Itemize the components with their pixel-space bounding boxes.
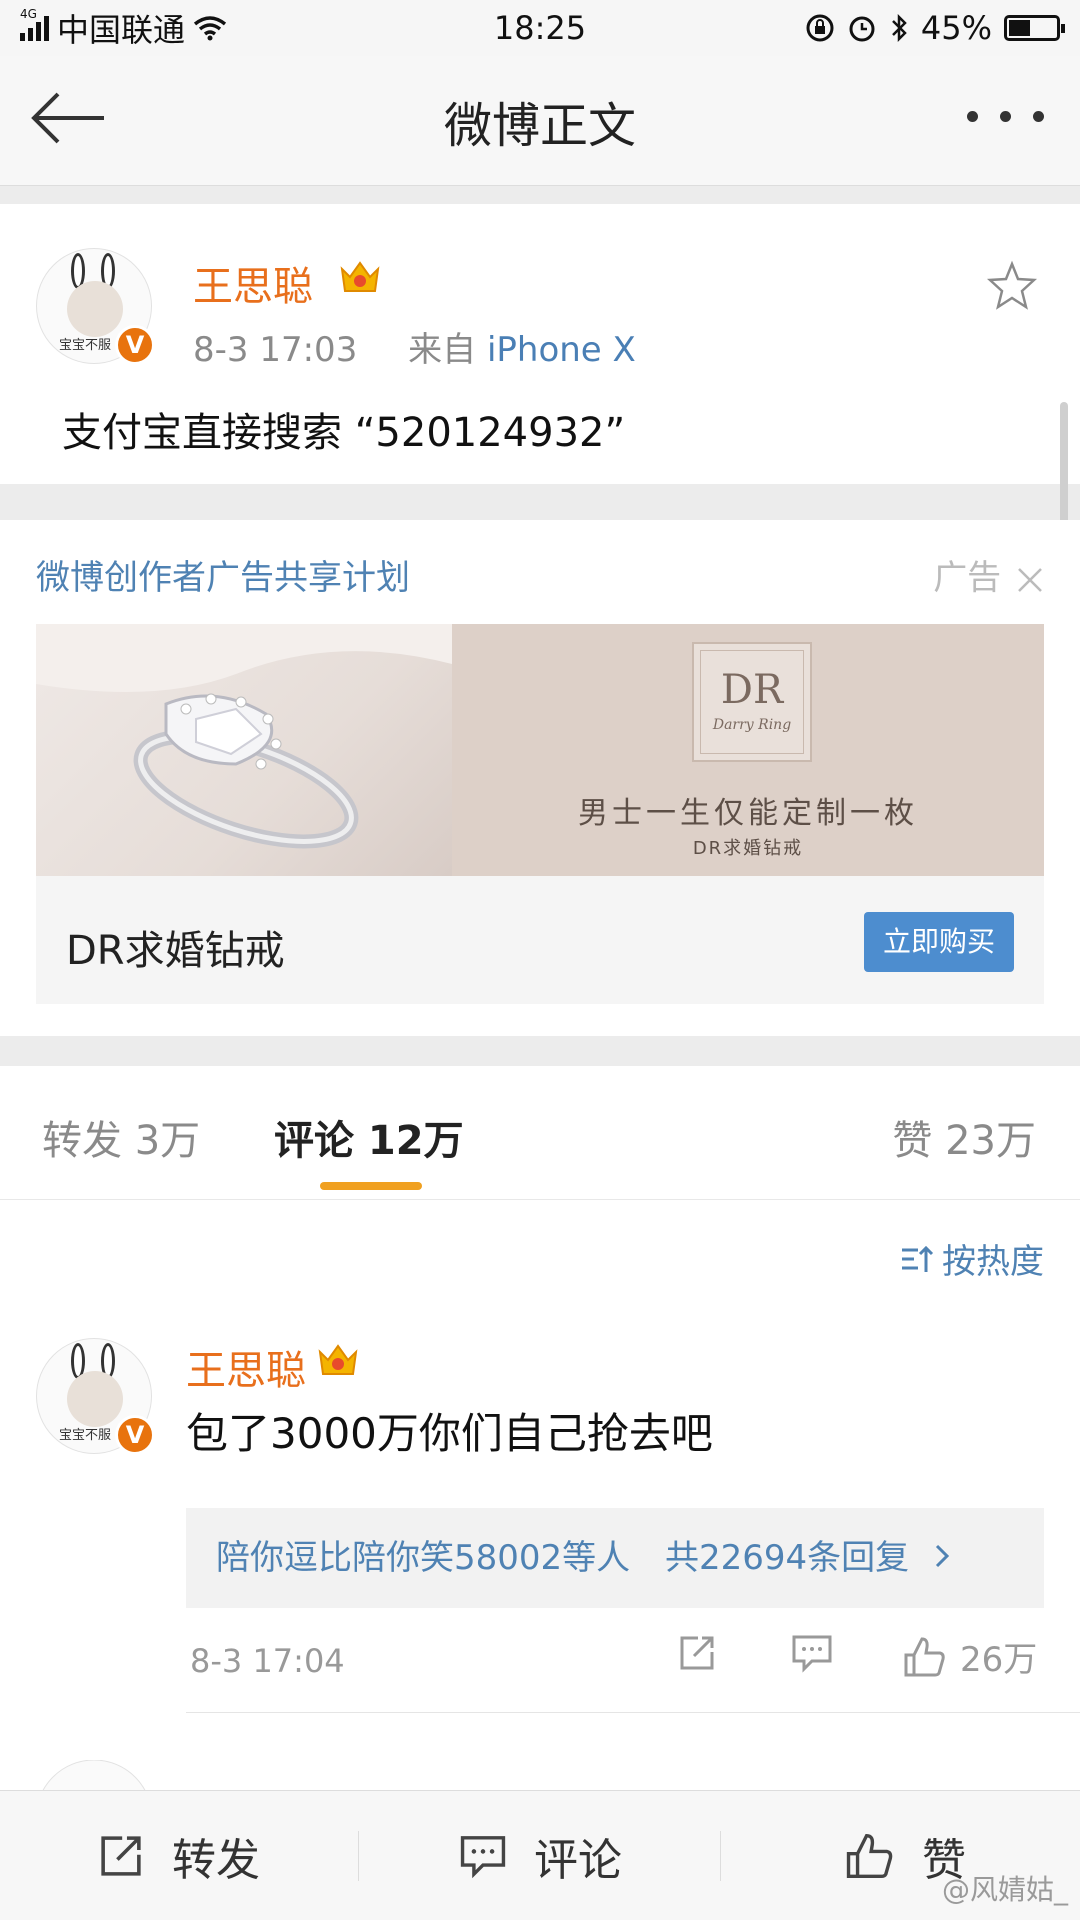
comment-list: 按热度 宝宝不服 V 王思聪 包了3000万你们自己抢去吧 陪你逗比陪你笑580… <box>0 1200 1080 1790</box>
divider <box>186 1712 1080 1713</box>
crown-icon <box>318 1344 358 1375</box>
comment-icon[interactable] <box>790 1632 834 1674</box>
back-arrow-icon[interactable] <box>28 88 108 148</box>
wifi-icon <box>193 16 227 41</box>
post-card: 宝宝不服 V 王思聪 8-3 17:03 来自 iPhone X 支付宝直接搜索… <box>0 204 1080 598</box>
reply-count: 共22694条回复 <box>664 1538 910 1578</box>
more-options-icon[interactable] <box>967 111 1044 122</box>
post-source[interactable]: iPhone X <box>487 330 636 370</box>
repost-label: 转发 <box>172 1835 260 1886</box>
post-tabs: 转发 3万 评论 12万 赞 23万 <box>0 1066 1080 1200</box>
clock: 18:25 <box>493 9 587 47</box>
buy-now-button[interactable]: 立即购买 <box>864 912 1014 972</box>
brand-logo-mark: DR <box>720 667 784 713</box>
divider <box>358 1831 359 1881</box>
bottom-action-bar: 转发 评论 赞 @风婧姑_ <box>0 1790 1080 1920</box>
close-icon[interactable] <box>1016 566 1044 594</box>
comment-like[interactable]: 26万 <box>902 1632 1037 1681</box>
avatar-caption: 宝宝不服 <box>59 1428 112 1443</box>
sort-icon <box>902 1245 934 1272</box>
thumbs-up-icon <box>904 1636 945 1676</box>
repost-button[interactable]: 转发 <box>96 1791 260 1920</box>
ad-banner[interactable]: DR Darry Ring 男士一生仅能定制一枚 DR求婚钻戒 <box>36 624 1044 876</box>
battery-icon <box>1004 15 1065 41</box>
reply-preview-users: 陪你逗比陪你笑58002等人 <box>216 1538 631 1578</box>
ad-product-name: DR求婚钻戒 <box>66 928 285 974</box>
chevron-right-icon <box>935 1544 950 1568</box>
sort-button[interactable]: 按热度 <box>900 1234 1044 1283</box>
ad-card: 微博创作者广告共享计划 广告 DR Darry Ring 男士一生仅能定制一枚 … <box>0 520 1080 1036</box>
post-username[interactable]: 王思聪 <box>193 254 313 312</box>
ad-program-title[interactable]: 微博创作者广告共享计划 <box>36 550 410 599</box>
repost-icon <box>101 1836 141 1876</box>
comment-like-count: 26万 <box>960 1640 1038 1680</box>
ad-slogan: 男士一生仅能定制一枚 <box>578 796 918 831</box>
bluetooth-icon <box>891 13 907 43</box>
reply-preview[interactable]: 陪你逗比陪你笑58002等人 共22694条回复 <box>186 1508 1044 1608</box>
sort-label: 按热度 <box>942 1242 1044 1282</box>
carrier-name: 中国联通 <box>57 11 186 49</box>
favorite-star-icon[interactable] <box>986 260 1038 312</box>
ring-image <box>36 624 452 876</box>
crown-icon <box>340 261 380 292</box>
ad-tagline: DR求婚钻戒 <box>692 838 804 859</box>
next-comment-avatar <box>42 1760 146 1790</box>
rotation-lock-icon <box>806 14 834 42</box>
alarm-icon <box>849 16 875 42</box>
avatar[interactable]: 宝宝不服 V <box>36 248 155 365</box>
comment-time: 8-3 17:04 <box>190 1642 345 1680</box>
page-title: 微博正文 <box>443 97 636 154</box>
post-date: 8-3 17:03 <box>193 330 358 370</box>
active-tab-indicator <box>320 1182 422 1190</box>
watermark: @风婧姑_ <box>941 1873 1068 1906</box>
divider <box>720 1831 721 1881</box>
status-bar: 4G 中国联通 18:25 45% <box>0 0 1080 56</box>
share-icon[interactable] <box>676 1632 718 1674</box>
comment-text: 包了3000万你们自己抢去吧 <box>186 1409 713 1458</box>
comment-icon <box>460 1836 506 1879</box>
brand-logo: DR Darry Ring <box>692 642 812 762</box>
ad-label-text: 广告 <box>933 558 1002 598</box>
battery-percent: 45% <box>920 9 992 47</box>
thumbs-up-icon <box>846 1833 893 1879</box>
post-text: 支付宝直接搜索 “520124932” <box>62 410 626 456</box>
comment-button[interactable]: 评论 <box>458 1791 622 1920</box>
source-prefix: 来自 <box>408 330 477 370</box>
network-type: 4G <box>20 7 37 21</box>
comment-username[interactable]: 王思聪 <box>186 1338 306 1396</box>
ad-product-row[interactable]: DR求婚钻戒 立即购买 <box>36 876 1044 1004</box>
tab-comment[interactable]: 评论 12万 <box>274 1108 464 1166</box>
signal-icon: 4G <box>20 7 49 41</box>
avatar-caption: 宝宝不服 <box>59 338 112 353</box>
tab-like[interactable]: 赞 23万 <box>892 1108 1036 1166</box>
ad-label[interactable]: 广告 <box>933 550 1044 599</box>
comment-label: 评论 <box>534 1835 622 1886</box>
verified-badge-icon: V <box>115 1415 155 1455</box>
verified-badge-icon: V <box>115 325 155 365</box>
brand-logo-name: Darry Ring <box>712 717 792 733</box>
nav-bar: 微博正文 <box>0 56 1080 186</box>
post-meta: 8-3 17:03 来自 iPhone X <box>193 322 636 371</box>
tab-repost[interactable]: 转发 3万 <box>42 1108 200 1166</box>
comment-avatar[interactable]: 宝宝不服 V <box>36 1338 155 1455</box>
